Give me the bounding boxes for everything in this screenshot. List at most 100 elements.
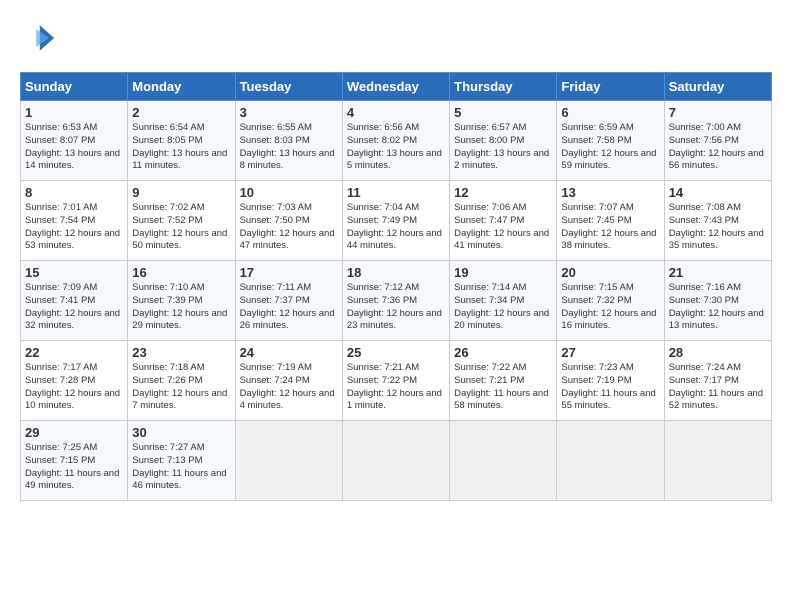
calendar-day-cell: 30 Sunrise: 7:27 AMSunset: 7:13 PMDayligh… <box>128 421 235 501</box>
calendar-day-cell: 5 Sunrise: 6:57 AMSunset: 8:00 PMDaylight… <box>450 101 557 181</box>
calendar-day-cell: 12 Sunrise: 7:06 AMSunset: 7:47 PMDayligh… <box>450 181 557 261</box>
calendar-day-cell: 25 Sunrise: 7:21 AMSunset: 7:22 PMDayligh… <box>342 341 449 421</box>
calendar-day-cell: 18 Sunrise: 7:12 AMSunset: 7:36 PMDayligh… <box>342 261 449 341</box>
day-number: 29 <box>25 425 123 440</box>
calendar-week-row: 8 Sunrise: 7:01 AMSunset: 7:54 PMDaylight… <box>21 181 772 261</box>
day-number: 12 <box>454 185 552 200</box>
calendar-day-cell <box>342 421 449 501</box>
day-info: Sunrise: 6:53 AMSunset: 8:07 PMDaylight:… <box>25 122 123 173</box>
day-info: Sunrise: 7:00 AMSunset: 7:56 PMDaylight:… <box>669 122 767 173</box>
calendar-day-cell: 16 Sunrise: 7:10 AMSunset: 7:39 PMDayligh… <box>128 261 235 341</box>
day-number: 25 <box>347 345 445 360</box>
calendar-week-row: 22 Sunrise: 7:17 AMSunset: 7:28 PMDayligh… <box>21 341 772 421</box>
day-info: Sunrise: 7:21 AMSunset: 7:22 PMDaylight:… <box>347 362 445 413</box>
weekday-header-friday: Friday <box>557 73 664 101</box>
calendar-day-cell: 22 Sunrise: 7:17 AMSunset: 7:28 PMDayligh… <box>21 341 128 421</box>
day-number: 21 <box>669 265 767 280</box>
calendar-week-row: 15Sunrise: 7:09 AMSunset: 7:41 PMDayligh… <box>21 261 772 341</box>
day-number: 16 <box>132 265 230 280</box>
calendar-day-cell: 10 Sunrise: 7:03 AMSunset: 7:50 PMDayligh… <box>235 181 342 261</box>
day-info: Sunrise: 6:59 AMSunset: 7:58 PMDaylight:… <box>561 122 659 173</box>
day-number: 22 <box>25 345 123 360</box>
calendar-day-cell: 24 Sunrise: 7:19 AMSunset: 7:24 PMDayligh… <box>235 341 342 421</box>
day-info: Sunrise: 7:02 AMSunset: 7:52 PMDaylight:… <box>132 202 230 253</box>
day-info: Sunrise: 7:08 AMSunset: 7:43 PMDaylight:… <box>669 202 767 253</box>
calendar-day-cell: 1 Sunrise: 6:53 AMSunset: 8:07 PMDaylight… <box>21 101 128 181</box>
weekday-header-thursday: Thursday <box>450 73 557 101</box>
day-info: Sunrise: 7:12 AMSunset: 7:36 PMDaylight:… <box>347 282 445 333</box>
logo <box>20 20 62 56</box>
day-number: 4 <box>347 105 445 120</box>
day-number: 20 <box>561 265 659 280</box>
calendar-week-row: 29 Sunrise: 7:25 AMSunset: 7:15 PMDayligh… <box>21 421 772 501</box>
day-number: 13 <box>561 185 659 200</box>
calendar-day-cell: 17 Sunrise: 7:11 AMSunset: 7:37 PMDayligh… <box>235 261 342 341</box>
day-number: 10 <box>240 185 338 200</box>
day-info: Sunrise: 7:14 AMSunset: 7:34 PMDaylight:… <box>454 282 552 333</box>
day-info: Sunrise: 7:18 AMSunset: 7:26 PMDaylight:… <box>132 362 230 413</box>
calendar-day-cell: 6 Sunrise: 6:59 AMSunset: 7:58 PMDaylight… <box>557 101 664 181</box>
calendar-day-cell <box>235 421 342 501</box>
day-info: Sunrise: 6:56 AMSunset: 8:02 PMDaylight:… <box>347 122 445 173</box>
calendar-day-cell <box>664 421 771 501</box>
calendar-day-cell: 9 Sunrise: 7:02 AMSunset: 7:52 PMDaylight… <box>128 181 235 261</box>
day-number: 6 <box>561 105 659 120</box>
calendar-table: SundayMondayTuesdayWednesdayThursdayFrid… <box>20 72 772 501</box>
weekday-header-wednesday: Wednesday <box>342 73 449 101</box>
day-number: 7 <box>669 105 767 120</box>
calendar-day-cell: 14 Sunrise: 7:08 AMSunset: 7:43 PMDayligh… <box>664 181 771 261</box>
day-info: Sunrise: 7:27 AMSunset: 7:13 PMDaylight:… <box>132 442 230 493</box>
day-info: Sunrise: 7:06 AMSunset: 7:47 PMDaylight:… <box>454 202 552 253</box>
logo-icon <box>20 20 56 56</box>
calendar-day-cell: 28Sunrise: 7:24 AMSunset: 7:17 PMDayligh… <box>664 341 771 421</box>
day-info: Sunrise: 7:07 AMSunset: 7:45 PMDaylight:… <box>561 202 659 253</box>
day-number: 24 <box>240 345 338 360</box>
page-header <box>20 20 772 56</box>
day-info: Sunrise: 7:25 AMSunset: 7:15 PMDaylight:… <box>25 442 123 493</box>
day-number: 1 <box>25 105 123 120</box>
calendar-day-cell: 20 Sunrise: 7:15 AMSunset: 7:32 PMDayligh… <box>557 261 664 341</box>
day-number: 19 <box>454 265 552 280</box>
day-info: Sunrise: 7:17 AMSunset: 7:28 PMDaylight:… <box>25 362 123 413</box>
calendar-day-cell: 27Sunrise: 7:23 AMSunset: 7:19 PMDayligh… <box>557 341 664 421</box>
calendar-day-cell: 23Sunrise: 7:18 AMSunset: 7:26 PMDayligh… <box>128 341 235 421</box>
weekday-header-saturday: Saturday <box>664 73 771 101</box>
day-info: Sunrise: 6:55 AMSunset: 8:03 PMDaylight:… <box>240 122 338 173</box>
day-info: Sunrise: 7:01 AMSunset: 7:54 PMDaylight:… <box>25 202 123 253</box>
day-info: Sunrise: 7:11 AMSunset: 7:37 PMDaylight:… <box>240 282 338 333</box>
calendar-day-cell: 7 Sunrise: 7:00 AMSunset: 7:56 PMDaylight… <box>664 101 771 181</box>
day-number: 8 <box>25 185 123 200</box>
calendar-day-cell: 4 Sunrise: 6:56 AMSunset: 8:02 PMDaylight… <box>342 101 449 181</box>
day-info: Sunrise: 7:10 AMSunset: 7:39 PMDaylight:… <box>132 282 230 333</box>
calendar-day-cell: 8 Sunrise: 7:01 AMSunset: 7:54 PMDaylight… <box>21 181 128 261</box>
day-info: Sunrise: 7:16 AMSunset: 7:30 PMDaylight:… <box>669 282 767 333</box>
calendar-day-cell <box>450 421 557 501</box>
weekday-header-row: SundayMondayTuesdayWednesdayThursdayFrid… <box>21 73 772 101</box>
day-info: Sunrise: 7:03 AMSunset: 7:50 PMDaylight:… <box>240 202 338 253</box>
calendar-day-cell: 15Sunrise: 7:09 AMSunset: 7:41 PMDayligh… <box>21 261 128 341</box>
day-info: Sunrise: 7:24 AMSunset: 7:17 PMDaylight:… <box>669 362 767 413</box>
calendar-day-cell: 2Sunrise: 6:54 AMSunset: 8:05 PMDaylight… <box>128 101 235 181</box>
day-number: 26 <box>454 345 552 360</box>
calendar-day-cell: 26 Sunrise: 7:22 AMSunset: 7:21 PMDayligh… <box>450 341 557 421</box>
day-number: 5 <box>454 105 552 120</box>
day-number: 15 <box>25 265 123 280</box>
day-number: 18 <box>347 265 445 280</box>
day-info: Sunrise: 7:04 AMSunset: 7:49 PMDaylight:… <box>347 202 445 253</box>
day-number: 11 <box>347 185 445 200</box>
calendar-day-cell: 29 Sunrise: 7:25 AMSunset: 7:15 PMDayligh… <box>21 421 128 501</box>
day-info: Sunrise: 7:19 AMSunset: 7:24 PMDaylight:… <box>240 362 338 413</box>
day-number: 30 <box>132 425 230 440</box>
day-number: 9 <box>132 185 230 200</box>
calendar-day-cell: 3 Sunrise: 6:55 AMSunset: 8:03 PMDaylight… <box>235 101 342 181</box>
day-number: 3 <box>240 105 338 120</box>
calendar-day-cell: 11 Sunrise: 7:04 AMSunset: 7:49 PMDayligh… <box>342 181 449 261</box>
day-info: Sunrise: 6:57 AMSunset: 8:00 PMDaylight:… <box>454 122 552 173</box>
day-number: 17 <box>240 265 338 280</box>
day-info: Sunrise: 7:15 AMSunset: 7:32 PMDaylight:… <box>561 282 659 333</box>
day-info: Sunrise: 7:22 AMSunset: 7:21 PMDaylight:… <box>454 362 552 413</box>
day-number: 2 <box>132 105 230 120</box>
day-number: 14 <box>669 185 767 200</box>
calendar-day-cell: 13 Sunrise: 7:07 AMSunset: 7:45 PMDayligh… <box>557 181 664 261</box>
calendar-week-row: 1 Sunrise: 6:53 AMSunset: 8:07 PMDaylight… <box>21 101 772 181</box>
